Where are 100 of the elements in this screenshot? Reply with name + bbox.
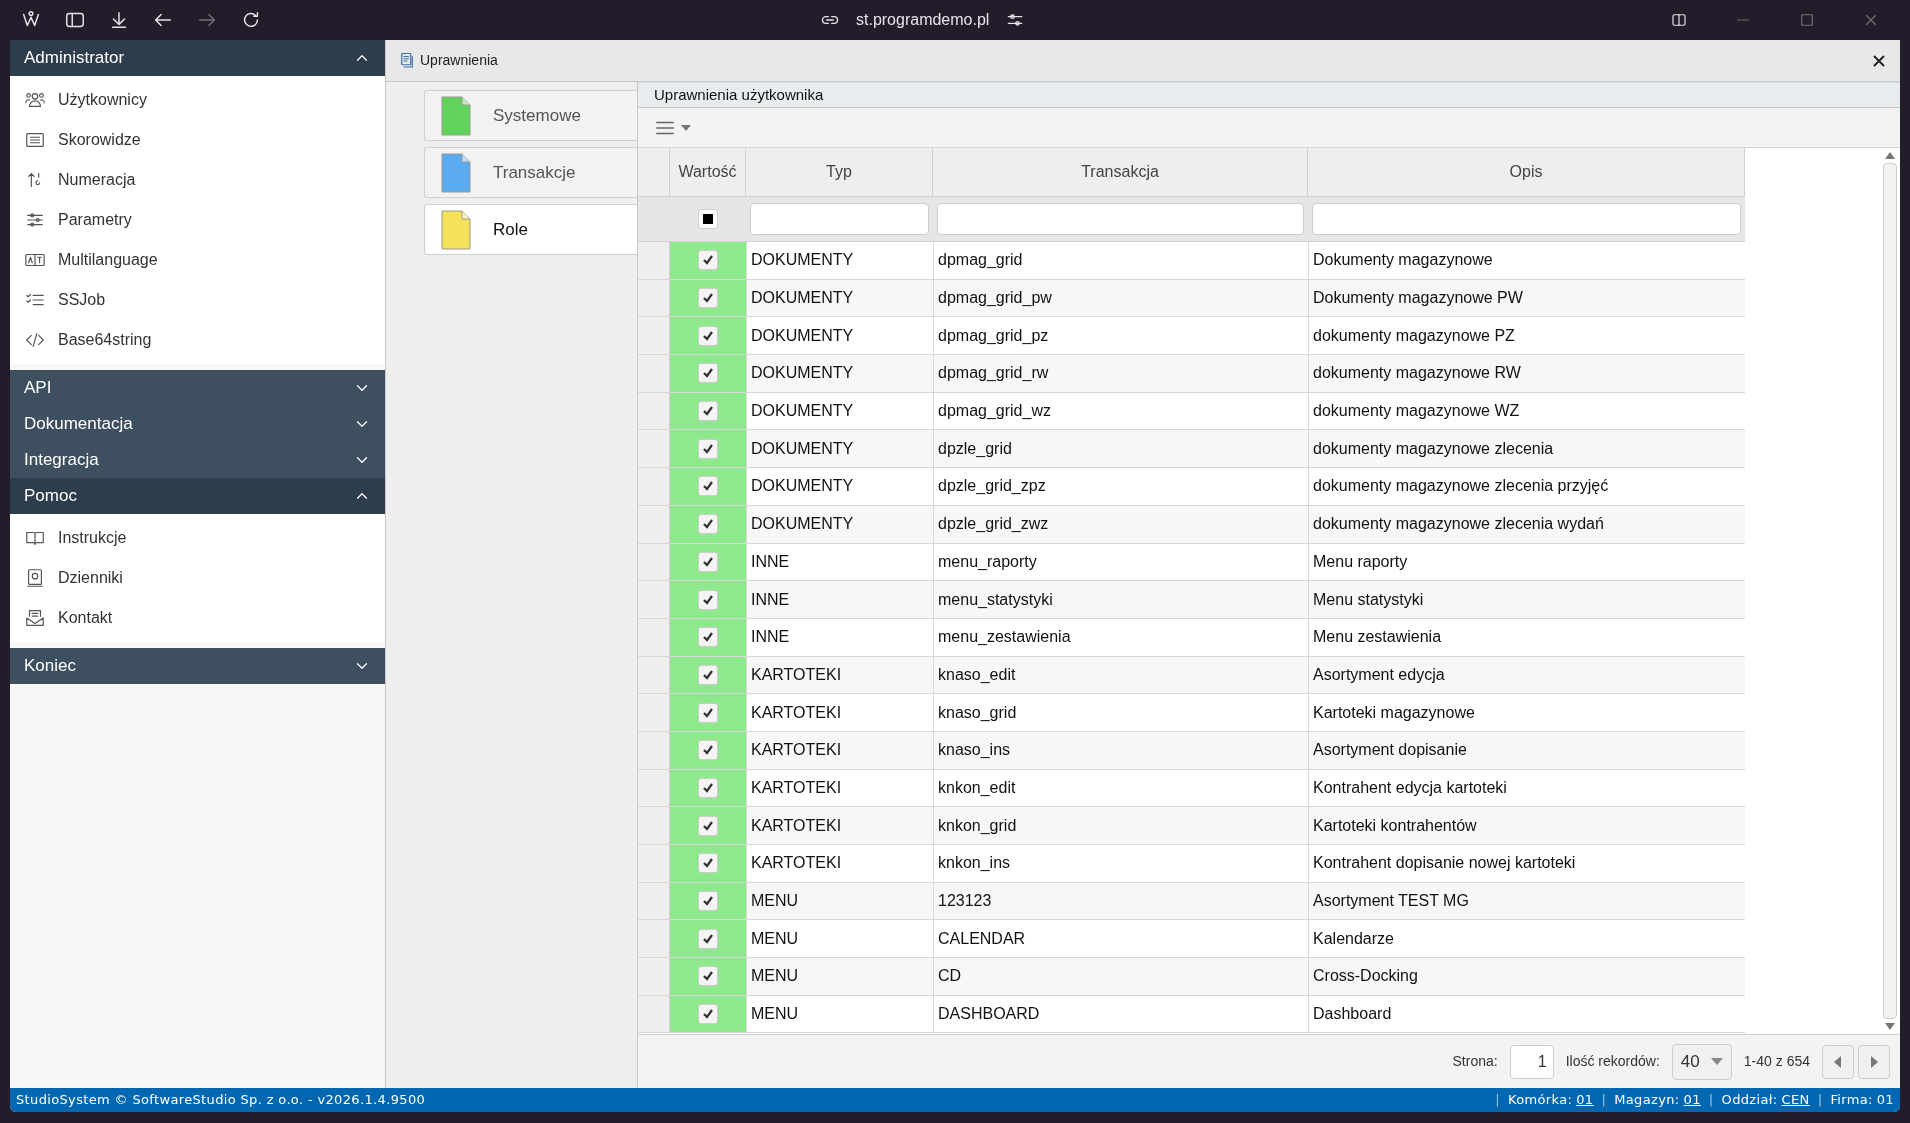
checkbox[interactable] (698, 250, 718, 271)
checkbox[interactable] (698, 627, 718, 648)
checkbox[interactable] (698, 363, 718, 384)
section-header[interactable]: Integracja (10, 442, 385, 478)
tab[interactable]: Transakcje (424, 147, 637, 198)
table-cell: Asortyment TEST MG (1308, 882, 1745, 920)
checkbox[interactable] (698, 853, 718, 874)
table-cell: menu_raporty (933, 543, 1308, 581)
section-header[interactable]: API (10, 370, 385, 406)
table-cell: DOKUMENTY (746, 430, 933, 468)
next-page-button[interactable] (1858, 1044, 1890, 1079)
menu-item[interactable]: Kontakt (10, 598, 385, 638)
scrollbar-thumb[interactable] (1883, 163, 1897, 1019)
checkbox[interactable] (698, 1004, 718, 1025)
table-cell: MENU (746, 995, 933, 1033)
section-header[interactable]: Koniec (10, 648, 385, 684)
checkbox[interactable] (698, 288, 718, 309)
table-cell: knkon_edit (933, 769, 1308, 807)
checkbox[interactable] (698, 551, 718, 572)
status-label: Komórka: (1508, 1091, 1573, 1110)
menu-item[interactable]: SSJob (10, 280, 385, 320)
menu-item[interactable]: Parametry (10, 200, 385, 240)
check-icon (702, 593, 714, 606)
column-header[interactable]: Opis (1308, 148, 1745, 196)
column-header[interactable]: Typ (746, 148, 933, 196)
checkbox[interactable] (698, 589, 718, 610)
section-header[interactable]: Administrator (10, 40, 385, 76)
checkbox[interactable] (698, 777, 718, 798)
check-icon (702, 292, 714, 305)
separator: | (1495, 1091, 1500, 1110)
pager-label: Ilość rekordów: (1565, 1052, 1660, 1071)
filter-field[interactable] (750, 203, 929, 235)
table-cell: KARTOTEKI (746, 731, 933, 769)
status-link[interactable]: 01 (1683, 1090, 1701, 1110)
menu-item[interactable]: Multilanguage (10, 240, 385, 280)
table-cell: Kontrahent dopisanie nowej kartoteki (1308, 845, 1745, 882)
checkbox[interactable] (698, 966, 718, 987)
tab[interactable]: Systemowe (424, 90, 637, 141)
grid-title: Uprawnienia użytkownika (654, 84, 824, 105)
checkbox[interactable] (698, 702, 718, 723)
status-text: StudioSystem © SoftwareStudio Sp. z o.o. - v2026.1.4.9500 (16, 1091, 426, 1110)
scroll-up-icon[interactable] (1885, 152, 1895, 159)
table-cell: dpmag_grid_rw (933, 355, 1308, 392)
menu-item[interactable]: Dzienniki (10, 558, 385, 598)
menu-item[interactable]: Instrukcje (10, 518, 385, 558)
checkbox[interactable] (698, 928, 718, 949)
table-cell: Menu zestawienia (1308, 618, 1745, 656)
checkbox[interactable] (698, 740, 718, 761)
table-cell: dpzle_grid_zpz (933, 468, 1308, 505)
table-cell: Cross-Docking (1308, 958, 1745, 995)
select-all-checkbox[interactable] (698, 209, 718, 229)
filter-field[interactable] (937, 203, 1304, 235)
table-cell: menu_statystyki (933, 581, 1308, 618)
address-field[interactable]: st.programdemo.pl (856, 8, 990, 32)
previous-page-button[interactable] (1822, 1044, 1854, 1079)
tab[interactable]: Role (424, 204, 637, 255)
check-icon (702, 405, 714, 418)
split-view-icon[interactable] (1670, 11, 1688, 29)
section-header[interactable]: Pomoc (10, 478, 385, 514)
checkbox[interactable] (698, 476, 718, 497)
filter-field[interactable] (1312, 203, 1741, 235)
menu-item[interactable]: Skorowidze (10, 120, 385, 160)
check-icon (702, 744, 714, 757)
checkbox[interactable] (698, 514, 718, 535)
file-icon (441, 152, 471, 193)
section-header[interactable]: Dokumentacja (10, 406, 385, 442)
status-link[interactable]: CEN (1781, 1090, 1810, 1110)
page-field[interactable]: 1 (1509, 1044, 1554, 1079)
table-cell: DOKUMENTY (746, 355, 933, 392)
checkbox[interactable] (698, 325, 718, 346)
table-cell: MENU (746, 920, 933, 958)
scroll-down-icon[interactable] (1885, 1023, 1895, 1030)
caret-icon[interactable] (680, 123, 692, 132)
table-cell: DOKUMENTY (746, 317, 933, 355)
column-header[interactable]: Wartość (670, 148, 746, 196)
menu-item[interactable]: Base64string (10, 320, 385, 360)
separator: | (1817, 1091, 1823, 1110)
table-cell: dpmag_grid_wz (933, 392, 1308, 430)
check-icon (702, 668, 714, 681)
window-title: Uprawnienia (420, 51, 499, 70)
status-value: 01 (1876, 1091, 1894, 1110)
table-cell: dokumenty magazynowe RW (1308, 355, 1745, 392)
table-cell: KARTOTEKI (746, 807, 933, 844)
page-size-dropdown[interactable]: 40 (1671, 1043, 1732, 1080)
checkbox[interactable] (698, 815, 718, 836)
checkbox[interactable] (698, 438, 718, 459)
table-cell: INNE (746, 581, 933, 618)
menu-item[interactable]: Numeracja (10, 160, 385, 200)
check-icon (702, 329, 714, 342)
check-icon (702, 857, 714, 870)
checkbox[interactable] (698, 401, 718, 422)
status-link[interactable]: 01 (1576, 1090, 1594, 1110)
column-header[interactable]: Transakcja (933, 148, 1308, 196)
menu-item[interactable]: Użytkownicy (10, 80, 385, 120)
checkbox[interactable] (698, 664, 718, 685)
checkbox[interactable] (698, 891, 718, 912)
table-cell: Dashboard (1308, 995, 1745, 1033)
table-cell: dokumenty magazynowe WZ (1308, 392, 1745, 430)
table-cell: KARTOTEKI (746, 694, 933, 731)
table-cell: knkon_ins (933, 845, 1308, 882)
